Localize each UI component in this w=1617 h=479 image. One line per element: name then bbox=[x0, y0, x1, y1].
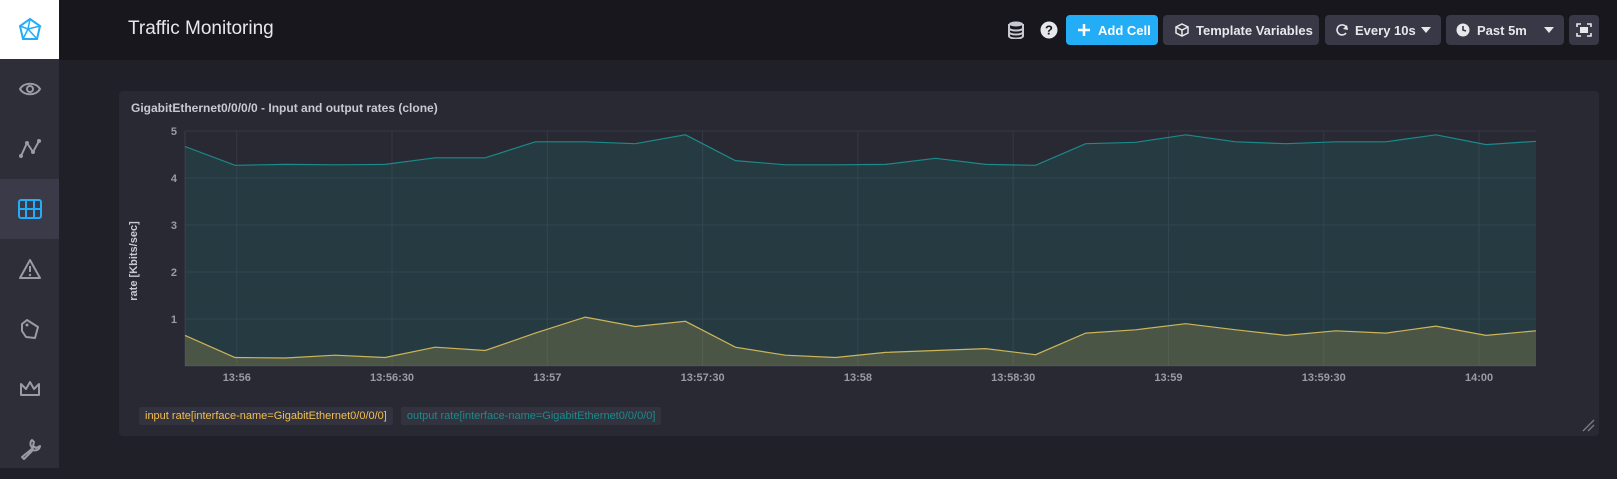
x-tick-label: 13:59 bbox=[1154, 372, 1182, 384]
chart-svg: 12345 13:56 13:56:30 13:57 13:57:30 13:58 13:… bbox=[128, 126, 1537, 384]
graph-icon bbox=[18, 139, 41, 158]
chart-legend: input rate[interface-name=GigabitEtherne… bbox=[139, 407, 662, 425]
x-tick-label: 13:58:30 bbox=[991, 372, 1035, 384]
tag-icon bbox=[20, 319, 39, 339]
time-range-dropdown[interactable]: Past 5m bbox=[1446, 15, 1564, 45]
y-tick-label: 3 bbox=[171, 220, 177, 232]
sidebar-item-configuration[interactable] bbox=[0, 419, 59, 479]
x-tick-label: 14:00 bbox=[1465, 372, 1493, 384]
template-variables-button[interactable]: Template Variables bbox=[1163, 15, 1319, 45]
sidebar-item-admin[interactable] bbox=[0, 359, 59, 419]
database-icon bbox=[1008, 21, 1024, 39]
x-tick-label: 13:56:30 bbox=[370, 372, 414, 384]
sidebar-item-alerting[interactable] bbox=[0, 239, 59, 299]
sidebar-item-data-explorer[interactable] bbox=[0, 119, 59, 179]
svg-text:?: ? bbox=[1045, 23, 1053, 38]
dashboard-cell[interactable]: GigabitEthernet0/0/0/0 - Input and outpu… bbox=[119, 91, 1599, 436]
refresh-icon bbox=[1336, 24, 1348, 36]
logo[interactable] bbox=[0, 0, 59, 59]
add-cell-button[interactable]: Add Cell bbox=[1066, 15, 1158, 45]
time-range-label: Past 5m bbox=[1477, 22, 1527, 38]
help-button[interactable]: ? bbox=[1038, 19, 1060, 41]
y-tick-label: 5 bbox=[171, 126, 177, 138]
sidebar-item-dashboards[interactable] bbox=[0, 179, 59, 239]
x-tick-label: 13:59:30 bbox=[1302, 372, 1346, 384]
series-area-output-rate bbox=[185, 134, 1536, 366]
page-header: Traffic Monitoring ? Add Cell Template V… bbox=[59, 0, 1617, 60]
crown-icon bbox=[19, 381, 40, 396]
plus-icon bbox=[1078, 24, 1090, 36]
refresh-interval-dropdown[interactable]: Every 10s bbox=[1325, 15, 1441, 45]
y-tick-label: 2 bbox=[171, 267, 177, 279]
add-cell-label: Add Cell bbox=[1098, 22, 1151, 38]
logo-icon bbox=[18, 17, 42, 40]
legend-item-input-rate[interactable]: input rate[interface-name=GigabitEtherne… bbox=[139, 407, 393, 425]
sidebar-item-log-viewer[interactable] bbox=[0, 299, 59, 359]
help-icon: ? bbox=[1040, 21, 1058, 39]
sidebar-item-host-list[interactable] bbox=[0, 59, 59, 119]
caret-down-icon bbox=[1421, 27, 1431, 33]
x-axis-ticks: 13:56 13:56:30 13:57 13:57:30 13:58 13:58:30 1… bbox=[223, 372, 1493, 384]
sidebar bbox=[0, 0, 59, 468]
dashboards-icon bbox=[17, 199, 42, 219]
refresh-interval-label: Every 10s bbox=[1355, 22, 1416, 38]
x-tick-label: 13:57:30 bbox=[681, 372, 725, 384]
y-tick-label: 4 bbox=[171, 173, 178, 185]
eye-icon bbox=[18, 82, 41, 96]
y-tick-label: 1 bbox=[171, 314, 177, 326]
clock-icon bbox=[1456, 23, 1470, 37]
x-tick-label: 13:57 bbox=[533, 372, 561, 384]
chart-series-areas bbox=[184, 134, 1537, 366]
x-tick-label: 13:58 bbox=[844, 372, 872, 384]
wrench-icon bbox=[20, 439, 41, 460]
page-title: Traffic Monitoring bbox=[128, 18, 274, 39]
y-axis-ticks: 1 2 3 4 5 bbox=[171, 126, 178, 326]
caret-down-icon bbox=[1544, 27, 1554, 33]
presentation-mode-button[interactable] bbox=[1569, 15, 1599, 45]
x-tick-label: 13:56 bbox=[223, 372, 251, 384]
y-axis-label: rate [Kbits/sec] bbox=[128, 221, 140, 301]
expand-icon bbox=[1576, 23, 1592, 37]
template-variables-label: Template Variables bbox=[1196, 22, 1313, 38]
alert-icon bbox=[18, 259, 41, 279]
resize-handle-icon[interactable] bbox=[1581, 418, 1595, 432]
cube-icon bbox=[1175, 23, 1189, 37]
database-button[interactable] bbox=[1005, 19, 1027, 41]
legend-item-output-rate[interactable]: output rate[interface-name=GigabitEthern… bbox=[400, 407, 662, 425]
